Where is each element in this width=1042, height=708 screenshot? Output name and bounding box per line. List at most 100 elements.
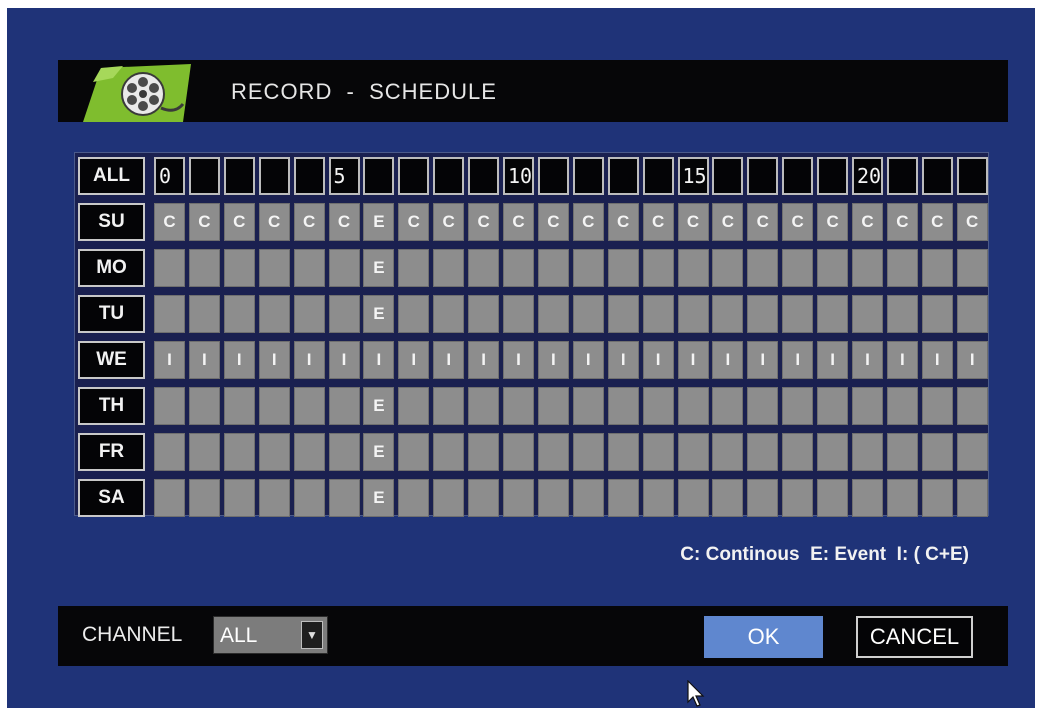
schedule-cell[interactable] [747,387,779,425]
schedule-cell[interactable] [607,295,639,333]
hour-header-cell[interactable]: 15 [677,157,709,195]
schedule-cell[interactable] [468,433,500,471]
schedule-cell[interactable] [747,433,779,471]
schedule-cell[interactable] [398,249,430,287]
schedule-cell[interactable] [328,295,360,333]
row-header-tu[interactable]: TU [78,295,145,333]
schedule-cell[interactable]: C [642,203,674,241]
schedule-cell[interactable] [782,249,814,287]
schedule-cell[interactable] [537,433,569,471]
schedule-cell[interactable]: I [293,341,325,379]
schedule-cell[interactable] [852,433,883,471]
hour-header-cell[interactable] [642,157,674,195]
schedule-cell[interactable] [607,479,639,517]
hour-header-cell[interactable] [468,157,500,195]
schedule-cell[interactable]: E [363,295,395,333]
schedule-cell[interactable] [817,249,849,287]
schedule-cell[interactable]: I [433,341,465,379]
schedule-cell[interactable] [712,295,744,333]
schedule-cell[interactable] [642,433,674,471]
hour-header-cell[interactable] [886,157,918,195]
schedule-cell[interactable] [188,387,220,425]
schedule-cell[interactable]: C [328,203,360,241]
schedule-cell[interactable] [817,295,849,333]
schedule-cell[interactable]: I [503,341,534,379]
schedule-cell[interactable] [642,479,674,517]
schedule-cell[interactable] [433,387,465,425]
schedule-cell[interactable] [293,295,325,333]
schedule-cell[interactable]: C [537,203,569,241]
schedule-cell[interactable] [956,295,988,333]
schedule-cell[interactable]: I [328,341,360,379]
schedule-cell[interactable]: C [712,203,744,241]
schedule-cell[interactable] [154,387,185,425]
schedule-cell[interactable]: C [398,203,430,241]
schedule-cell[interactable] [677,249,709,287]
schedule-cell[interactable] [154,249,185,287]
hour-header-cell[interactable] [712,157,744,195]
schedule-cell[interactable]: C [607,203,639,241]
schedule-cell[interactable]: E [363,249,395,287]
schedule-cell[interactable]: C [817,203,849,241]
schedule-cell[interactable]: C [223,203,255,241]
schedule-cell[interactable] [677,295,709,333]
schedule-cell[interactable] [817,433,849,471]
schedule-cell[interactable] [642,295,674,333]
schedule-cell[interactable]: I [258,341,290,379]
schedule-cell[interactable]: I [852,341,883,379]
hour-header-cell[interactable] [433,157,465,195]
schedule-cell[interactable] [817,387,849,425]
schedule-cell[interactable]: I [188,341,220,379]
schedule-cell[interactable] [886,479,918,517]
schedule-cell[interactable] [433,249,465,287]
schedule-cell[interactable] [154,295,185,333]
schedule-cell[interactable]: I [223,341,255,379]
schedule-cell[interactable] [468,249,500,287]
schedule-cell[interactable] [398,387,430,425]
schedule-cell[interactable] [747,249,779,287]
schedule-cell[interactable] [852,387,883,425]
hour-header-cell[interactable] [782,157,814,195]
schedule-cell[interactable] [537,479,569,517]
hour-header-cell[interactable] [363,157,395,195]
schedule-cell[interactable] [398,479,430,517]
schedule-cell[interactable] [712,249,744,287]
schedule-cell[interactable] [712,479,744,517]
schedule-cell[interactable]: C [747,203,779,241]
schedule-cell[interactable] [572,387,604,425]
schedule-cell[interactable]: I [642,341,674,379]
schedule-cell[interactable] [537,295,569,333]
schedule-cell[interactable] [398,433,430,471]
schedule-cell[interactable]: I [712,341,744,379]
schedule-cell[interactable] [468,387,500,425]
schedule-cell[interactable] [572,295,604,333]
hour-header-cell[interactable]: 10 [503,157,534,195]
schedule-cell[interactable]: I [398,341,430,379]
schedule-cell[interactable]: C [188,203,220,241]
schedule-cell[interactable]: C [677,203,709,241]
schedule-cell[interactable] [572,249,604,287]
schedule-cell[interactable] [956,387,988,425]
cancel-button[interactable]: CANCEL [856,616,973,658]
ok-button[interactable]: OK [704,616,823,658]
schedule-cell[interactable]: I [782,341,814,379]
schedule-cell[interactable] [956,433,988,471]
schedule-cell[interactable] [677,479,709,517]
row-header-su[interactable]: SU [78,203,145,241]
schedule-cell[interactable] [886,295,918,333]
hour-header-cell[interactable] [293,157,325,195]
schedule-cell[interactable] [328,387,360,425]
schedule-cell[interactable] [293,479,325,517]
schedule-cell[interactable] [433,295,465,333]
row-header-fr[interactable]: FR [78,433,145,471]
schedule-cell[interactable] [503,387,534,425]
schedule-cell[interactable] [572,479,604,517]
hour-header-cell[interactable]: 5 [328,157,360,195]
schedule-cell[interactable] [782,433,814,471]
schedule-cell[interactable] [223,479,255,517]
schedule-cell[interactable] [677,433,709,471]
schedule-cell[interactable] [921,295,953,333]
hour-header-cell[interactable]: 20 [852,157,883,195]
schedule-cell[interactable] [886,387,918,425]
schedule-cell[interactable] [677,387,709,425]
